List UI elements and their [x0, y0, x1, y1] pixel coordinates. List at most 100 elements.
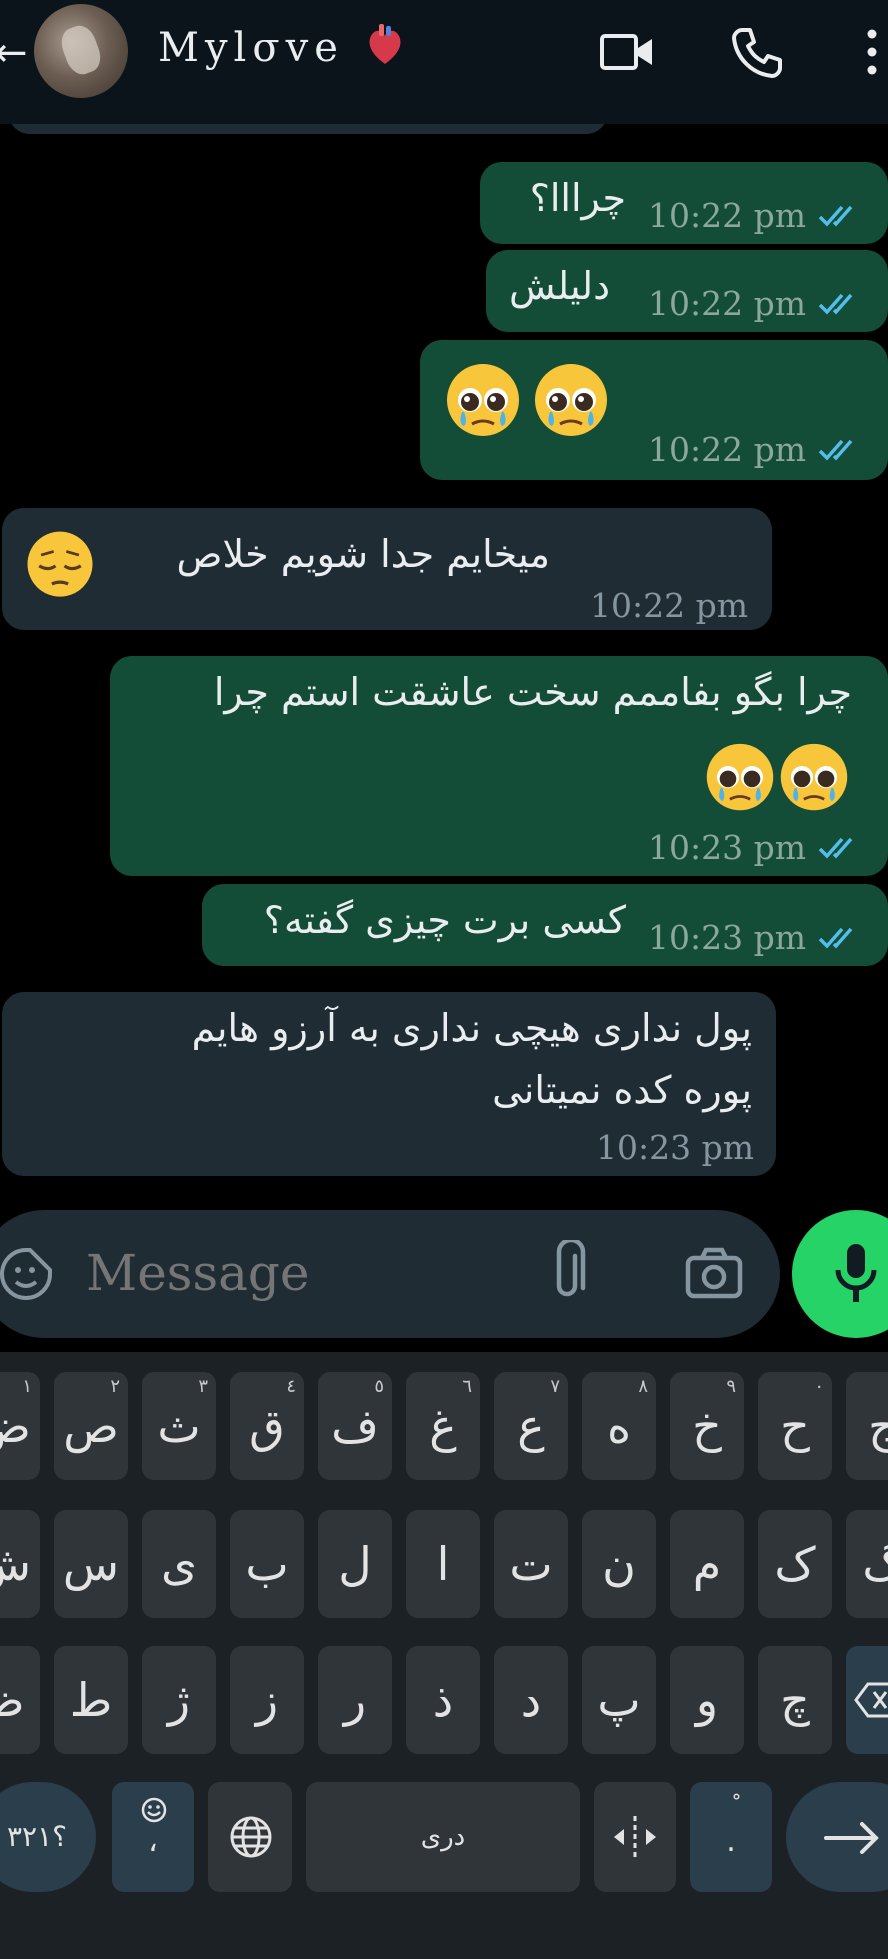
key-row1[interactable]: ص٢	[54, 1372, 128, 1480]
key-row1[interactable]: ح٠	[758, 1372, 832, 1480]
key-row3[interactable]: ز	[230, 1646, 304, 1754]
key-row1[interactable]: ه٨	[582, 1372, 656, 1480]
avatar[interactable]	[34, 4, 128, 98]
key-row2[interactable]: ب	[230, 1510, 304, 1618]
key-row2[interactable]: ک	[758, 1510, 832, 1618]
key-row3-label: ذ	[432, 1673, 454, 1727]
backspace-key[interactable]	[846, 1646, 888, 1754]
key-row1-label: ث	[157, 1399, 201, 1453]
voice-call-icon[interactable]	[728, 22, 788, 82]
key-row3[interactable]: ژ	[142, 1646, 216, 1754]
language-key[interactable]	[208, 1782, 292, 1892]
attach-icon[interactable]	[542, 1240, 592, 1306]
camera-icon[interactable]	[684, 1246, 744, 1302]
chat-header: ← Mylσve	[0, 0, 888, 124]
key-row3[interactable]: ط	[54, 1646, 128, 1754]
key-row1-hint: ٦	[462, 1376, 472, 1397]
key-row1-hint: ٨	[638, 1376, 648, 1397]
read-receipt-icon	[818, 205, 853, 227]
read-receipt-icon	[818, 293, 853, 315]
key-row1[interactable]: ج	[846, 1372, 888, 1480]
key-row2-label: س	[62, 1537, 120, 1591]
key-row3[interactable]: ر	[318, 1646, 392, 1754]
space-key[interactable]: دری	[306, 1782, 580, 1892]
message-bubble-incoming[interactable]: پول نداری هیچی نداری به آرزو هایم پوره ک…	[2, 992, 776, 1176]
cursor-control-key[interactable]	[594, 1782, 676, 1892]
enter-key[interactable]	[786, 1782, 888, 1892]
contact-name[interactable]: Mylσve	[158, 24, 405, 78]
message-text-line-2: پوره کده نمیتانی	[492, 1068, 752, 1112]
key-row1[interactable]: غ٦	[406, 1372, 480, 1480]
key-row1-label: ق	[249, 1399, 285, 1453]
key-row2[interactable]: ش	[0, 1510, 40, 1618]
pleading-face-emoji	[447, 364, 519, 436]
key-row3[interactable]: ذ	[406, 1646, 480, 1754]
key-row2[interactable]: ت	[494, 1510, 568, 1618]
key-row1[interactable]: ع٧	[494, 1372, 568, 1480]
key-row1[interactable]: ث٣	[142, 1372, 216, 1480]
backspace-icon	[854, 1682, 888, 1718]
key-row3[interactable]: پ	[582, 1646, 656, 1754]
message-text: چرا بگو بفاممم سخت عاشقت استم چرا	[213, 670, 852, 714]
key-row1-label: خ	[692, 1399, 722, 1453]
key-row1[interactable]: ق٤	[230, 1372, 304, 1480]
key-row2[interactable]: گ	[846, 1510, 888, 1618]
cursor-move-icon	[614, 1816, 656, 1858]
message-input[interactable]	[86, 1244, 506, 1302]
key-row2[interactable]: ی	[142, 1510, 216, 1618]
key-row3-label: چ	[780, 1673, 810, 1727]
key-row3[interactable]: د	[494, 1646, 568, 1754]
key-row1-hint: ٧	[550, 1376, 560, 1397]
key-row2-label: ش	[0, 1537, 32, 1591]
message-time: 10:23 pm	[596, 1128, 755, 1167]
message-text-line-1: پول نداری هیچی نداری به آرزو هایم	[191, 1006, 752, 1050]
key-row1-hint: ١	[22, 1376, 32, 1397]
key-row1-label: غ	[429, 1399, 457, 1453]
punctuation-key[interactable]: ْ .	[690, 1782, 772, 1892]
key-row1-label: ع	[517, 1399, 545, 1453]
key-row2-label: ی	[160, 1537, 197, 1591]
message-bubble-outgoing[interactable]: چرا بگو بفاممم سخت عاشقت استم چرا 10:23 …	[110, 656, 888, 876]
message-bubble-outgoing[interactable]: چرااا؟ 10:22 pm	[480, 162, 888, 244]
key-row1-label: ف	[331, 1399, 379, 1453]
key-row3-label: ط	[69, 1673, 113, 1727]
message-text: میخایم جدا شویم خلاص	[176, 532, 550, 576]
key-row2-label: ک	[774, 1537, 816, 1591]
key-row2[interactable]: ا	[406, 1510, 480, 1618]
key-row1[interactable]: ف٥	[318, 1372, 392, 1480]
key-row3[interactable]: چ	[758, 1646, 832, 1754]
voice-message-button[interactable]	[792, 1210, 888, 1338]
key-row2[interactable]: س	[54, 1510, 128, 1618]
key-row3-label: و	[695, 1673, 719, 1727]
key-row2-label: ل	[338, 1537, 372, 1591]
key-row1[interactable]: ض١	[0, 1372, 40, 1480]
chat-area[interactable]: چرااا؟ 10:22 pm دلیلش 10:22 pm 10:22 pm	[0, 124, 888, 1204]
emoji-key[interactable]: ،	[112, 1782, 194, 1892]
message-time: 10:22 pm	[648, 430, 807, 469]
more-options-icon[interactable]	[856, 22, 888, 82]
key-row1-hint: ٣	[198, 1376, 208, 1397]
key-row1[interactable]: خ٩	[670, 1372, 744, 1480]
message-bubble-outgoing[interactable]: 10:22 pm	[420, 340, 888, 480]
sticker-icon[interactable]	[0, 1244, 56, 1304]
message-bubble-incoming[interactable]: میخایم جدا شویم خلاص 10:22 pm	[2, 508, 772, 630]
key-row2[interactable]: ن	[582, 1510, 656, 1618]
message-bubble-outgoing[interactable]: کسی برت چیزی گفته؟ 10:23 pm	[202, 884, 888, 966]
message-composer	[0, 1210, 780, 1338]
contact-name-text: Mylσve	[158, 25, 344, 71]
video-call-icon[interactable]	[598, 22, 658, 82]
back-arrow-icon[interactable]: ←	[0, 30, 28, 76]
key-row3[interactable]: ظ	[0, 1646, 40, 1754]
key-row2-label: ن	[602, 1537, 636, 1591]
message-text: دلیلش	[509, 264, 610, 308]
key-row3[interactable]: و	[670, 1646, 744, 1754]
key-row2[interactable]: ل	[318, 1510, 392, 1618]
message-bubble-outgoing[interactable]: دلیلش 10:22 pm	[486, 250, 888, 332]
pensive-face-emoji	[27, 531, 93, 597]
read-receipt-icon	[818, 927, 853, 949]
key-row1-label: ص	[63, 1399, 119, 1453]
key-row2-label: م	[692, 1537, 722, 1591]
key-row2[interactable]: م	[670, 1510, 744, 1618]
message-time: 10:22 pm	[648, 284, 807, 323]
key-row1-hint: ٥	[374, 1376, 384, 1397]
